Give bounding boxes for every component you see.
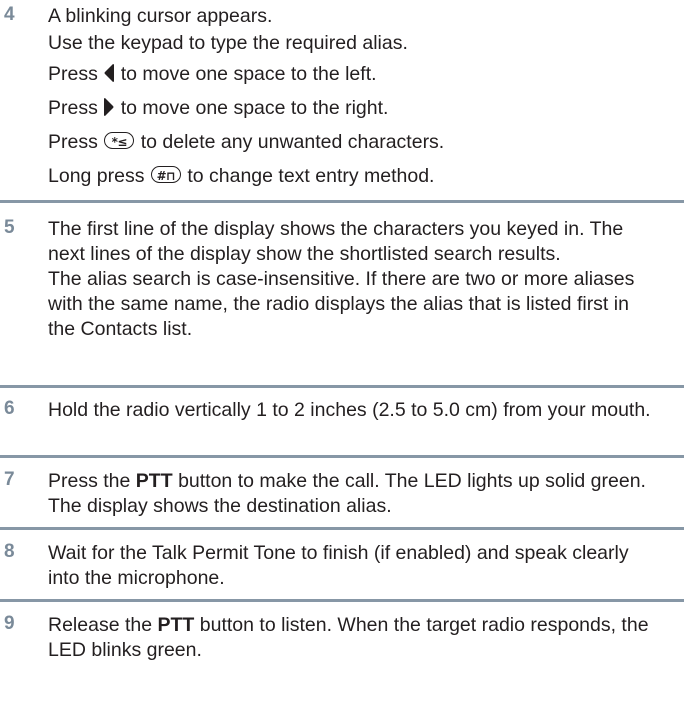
right-arrow-icon	[104, 98, 114, 116]
step-7: 7 Press the PTT button to make the call.…	[0, 458, 684, 530]
step-text: Hold the radio vertically 1 to 2 inches …	[48, 399, 651, 421]
step-number: 9	[4, 613, 15, 634]
step-text: to delete any unwanted characters.	[140, 131, 445, 153]
step-body: Hold the radio vertically 1 to 2 inches …	[48, 398, 658, 423]
step-text: to move one space to the left.	[120, 63, 377, 85]
step-6: 6 Hold the radio vertically 1 to 2 inche…	[0, 388, 684, 458]
hash-key-icon: #⊓	[150, 166, 181, 183]
step-line: Press *≤ to delete any unwanted characte…	[48, 130, 658, 164]
step-5: 5 The first line of the display shows th…	[0, 203, 684, 388]
step-body: The first line of the display shows the …	[48, 217, 658, 342]
step-line: Long press #⊓ to change text entry metho…	[48, 164, 658, 189]
step-text: Press	[48, 131, 98, 153]
step-number: 5	[4, 217, 15, 238]
left-arrow-icon	[104, 64, 115, 82]
step-text: The first line of the display shows the …	[48, 218, 624, 265]
step-text: Press	[48, 97, 98, 119]
step-text: Use the keypad to type the required alia…	[48, 32, 408, 54]
step-number: 7	[4, 469, 15, 490]
ptt-label: PTT	[157, 614, 195, 636]
step-line: Press to move one space to the left.	[48, 62, 658, 96]
step-text: to change text entry method.	[187, 165, 435, 187]
step-body: A blinking cursor appears. Use the keypa…	[48, 4, 658, 189]
step-number: 4	[4, 4, 15, 25]
step-body: Wait for the Talk Permit Tone to finish …	[48, 541, 658, 591]
ptt-label: PTT	[135, 470, 173, 492]
step-text: to move one space to the right.	[120, 97, 389, 119]
step-text: Press the	[48, 470, 131, 492]
step-text: Press	[48, 63, 98, 85]
step-body: Press the PTT button to make the call. T…	[48, 469, 658, 519]
step-text: Release the	[48, 614, 153, 636]
step-number: 8	[4, 541, 15, 562]
step-text: A blinking cursor appears.	[48, 5, 273, 27]
procedure-steps: 4 A blinking cursor appears. Use the key…	[0, 0, 684, 672]
step-line: Press to move one space to the right.	[48, 96, 658, 130]
step-text: Long press	[48, 165, 145, 187]
step-number: 6	[4, 398, 15, 419]
step-4: 4 A blinking cursor appears. Use the key…	[0, 0, 684, 203]
step-text: Wait for the Talk Permit Tone to finish …	[48, 542, 629, 589]
step-9: 9 Release the PTT button to listen. When…	[0, 602, 684, 672]
step-body: Release the PTT button to listen. When t…	[48, 613, 658, 663]
step-8: 8 Wait for the Talk Permit Tone to finis…	[0, 530, 684, 602]
star-key-icon: *≤	[104, 132, 135, 149]
step-text: The alias search is case-insensitive. If…	[48, 268, 635, 340]
